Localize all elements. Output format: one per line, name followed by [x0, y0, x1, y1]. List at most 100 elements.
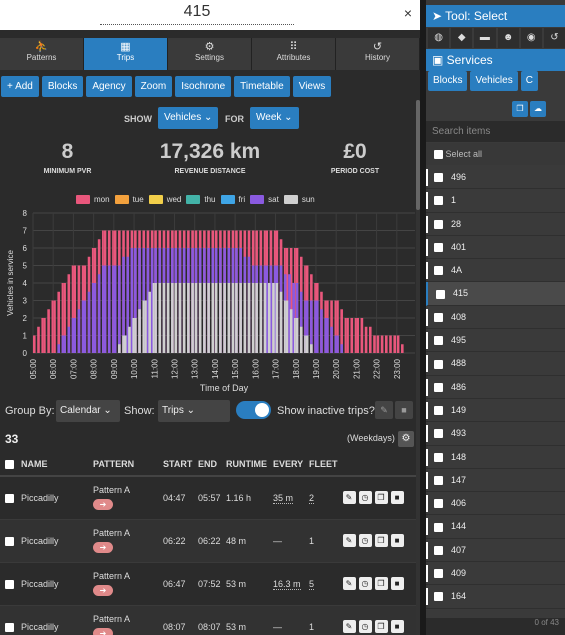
col-start[interactable]: START	[158, 452, 193, 477]
legend-item-wed[interactable]: wed	[148, 195, 181, 204]
item-checkbox[interactable]	[434, 219, 443, 229]
service-list-item[interactable]: 415	[426, 282, 565, 306]
col-pattern[interactable]: PATTERN	[88, 452, 158, 477]
service-list-item[interactable]: 408	[426, 306, 565, 330]
trash-icon[interactable]: ■	[390, 620, 404, 633]
clock-icon[interactable]: ◷	[358, 534, 372, 547]
tab-trips[interactable]: ▦ Trips	[84, 38, 168, 70]
period-select[interactable]: Week ⌄	[250, 107, 299, 129]
arrow-right-icon[interactable]: ➔	[93, 628, 113, 635]
upload-icon[interactable]: ☁	[530, 101, 546, 117]
table-row[interactable]: Piccadilly Pattern A ➔ 04:47 05:57 1.16 h 35 m…	[0, 476, 420, 520]
clock-icon[interactable]: ◷	[358, 577, 372, 590]
legend-item-sun[interactable]: sun	[283, 195, 315, 204]
group-by-select[interactable]: Calendar ⌄	[56, 400, 120, 422]
legend-item-sat[interactable]: sat	[250, 195, 279, 204]
service-list-item[interactable]: 493	[426, 422, 565, 446]
close-icon[interactable]: ×	[404, 5, 412, 21]
service-list-item[interactable]: 496	[426, 166, 565, 190]
history-icon[interactable]: ↺	[543, 28, 565, 48]
arrow-right-icon[interactable]: ➔	[93, 499, 113, 511]
col-runtime[interactable]: RUNTIME	[221, 452, 268, 477]
users-icon[interactable]: ☻	[497, 28, 519, 48]
item-checkbox[interactable]	[434, 359, 443, 369]
item-checkbox[interactable]	[434, 336, 443, 346]
select-all-checkbox[interactable]	[5, 459, 14, 469]
tab-attributes[interactable]: ⠿ Attributes	[252, 38, 336, 70]
edit-icon[interactable]: ✎	[342, 491, 356, 505]
col-name[interactable]: NAME	[16, 452, 88, 477]
zoom-button[interactable]: Zoom	[134, 76, 173, 97]
edit-icon[interactable]: ✎	[342, 620, 356, 633]
service-list-item[interactable]: 148	[426, 446, 565, 469]
row-checkbox[interactable]	[5, 536, 14, 546]
item-checkbox[interactable]	[434, 406, 443, 416]
copy-icon[interactable]: ❐	[512, 101, 528, 117]
vehicles-tab[interactable]: Vehicles	[470, 71, 518, 91]
trash-icon[interactable]: ■	[395, 401, 413, 419]
legend-item-tue[interactable]: tue	[114, 195, 144, 204]
item-checkbox[interactable]	[434, 382, 443, 392]
agency-button[interactable]: Agency	[86, 76, 132, 97]
show-trips-select[interactable]: Trips ⌄	[158, 400, 230, 422]
item-checkbox[interactable]	[434, 173, 443, 183]
item-checkbox[interactable]	[434, 243, 443, 253]
item-checkbox[interactable]	[434, 522, 443, 532]
timetable-button[interactable]: Timetable	[234, 76, 290, 97]
item-checkbox[interactable]	[434, 196, 443, 206]
item-checkbox[interactable]	[434, 452, 443, 462]
legend-item-fri[interactable]: fri	[220, 195, 245, 204]
item-checkbox[interactable]	[434, 429, 443, 439]
table-row[interactable]: Piccadilly Pattern A ➔ 06:47 07:52 53 m 16.3 m…	[0, 562, 420, 606]
service-list-item[interactable]: 409	[426, 562, 565, 586]
item-checkbox[interactable]	[434, 312, 443, 322]
eye-icon[interactable]: ◉	[520, 28, 542, 48]
service-list-item[interactable]: 401	[426, 236, 565, 260]
service-list-item[interactable]: 147	[426, 469, 565, 493]
service-list-item[interactable]: 149	[426, 399, 565, 423]
item-checkbox[interactable]	[434, 499, 443, 509]
copy-icon[interactable]: ❐	[374, 491, 388, 505]
trash-icon[interactable]: ■	[390, 577, 404, 590]
edit-icon[interactable]: ✎	[375, 401, 393, 419]
item-checkbox[interactable]	[436, 289, 445, 299]
col-every[interactable]: EVERY	[268, 452, 304, 477]
service-list-item[interactable]: 488	[426, 352, 565, 376]
trash-icon[interactable]: ■	[390, 491, 404, 505]
legend-item-thu[interactable]: thu	[186, 195, 216, 204]
copy-icon[interactable]: ❐	[374, 577, 388, 590]
globe-icon[interactable]: ◍	[428, 28, 450, 48]
arrow-right-icon[interactable]: ➔	[93, 585, 113, 596]
trash-icon[interactable]: ■	[390, 534, 404, 547]
comment-icon[interactable]: ▬	[474, 28, 496, 48]
isochrone-button[interactable]: Isochrone	[175, 76, 232, 97]
service-list-item[interactable]: 28	[426, 213, 565, 236]
service-list-item[interactable]: 4A	[426, 259, 565, 283]
table-row[interactable]: Piccadilly Pattern A ➔ 06:22 06:22 48 m —1 ✎ ◷ ❐ ■	[0, 519, 420, 563]
tab-patterns[interactable]: ⛹ Patterns	[0, 38, 84, 70]
inactive-trips-toggle[interactable]	[236, 401, 271, 419]
item-checkbox[interactable]	[434, 592, 443, 602]
service-list-item[interactable]: 495	[426, 329, 565, 353]
calendar-tab[interactable]: C	[520, 71, 538, 91]
col-fleet[interactable]: FLEET	[304, 452, 338, 477]
tab-history[interactable]: ↺ History	[336, 38, 420, 70]
show-select[interactable]: Vehicles ⌄	[158, 107, 219, 129]
copy-icon[interactable]: ❐	[374, 620, 388, 633]
arrow-right-icon[interactable]: ➔	[93, 542, 113, 553]
service-list-item[interactable]: 144	[426, 515, 565, 539]
blocks-tab[interactable]: Blocks	[428, 71, 468, 91]
views-button[interactable]: Views	[292, 76, 332, 97]
row-checkbox[interactable]	[5, 493, 14, 503]
table-row[interactable]: Piccadilly Pattern A ➔ 08:07 08:07 53 m —1 ✎ ◷ ❐ ■	[0, 605, 420, 635]
legend-item-mon[interactable]: mon	[76, 195, 110, 204]
clock-icon[interactable]: ◷	[358, 491, 372, 505]
tab-settings[interactable]: ⚙ Settings	[168, 38, 252, 70]
item-checkbox[interactable]	[434, 569, 443, 579]
service-list-item[interactable]: 407	[426, 539, 565, 563]
edit-icon[interactable]: ✎	[342, 534, 356, 547]
edit-icon[interactable]: ✎	[342, 577, 356, 590]
blocks-button[interactable]: Blocks	[41, 76, 84, 97]
row-checkbox[interactable]	[5, 622, 14, 632]
gear-icon[interactable]: ⚙	[398, 431, 414, 447]
